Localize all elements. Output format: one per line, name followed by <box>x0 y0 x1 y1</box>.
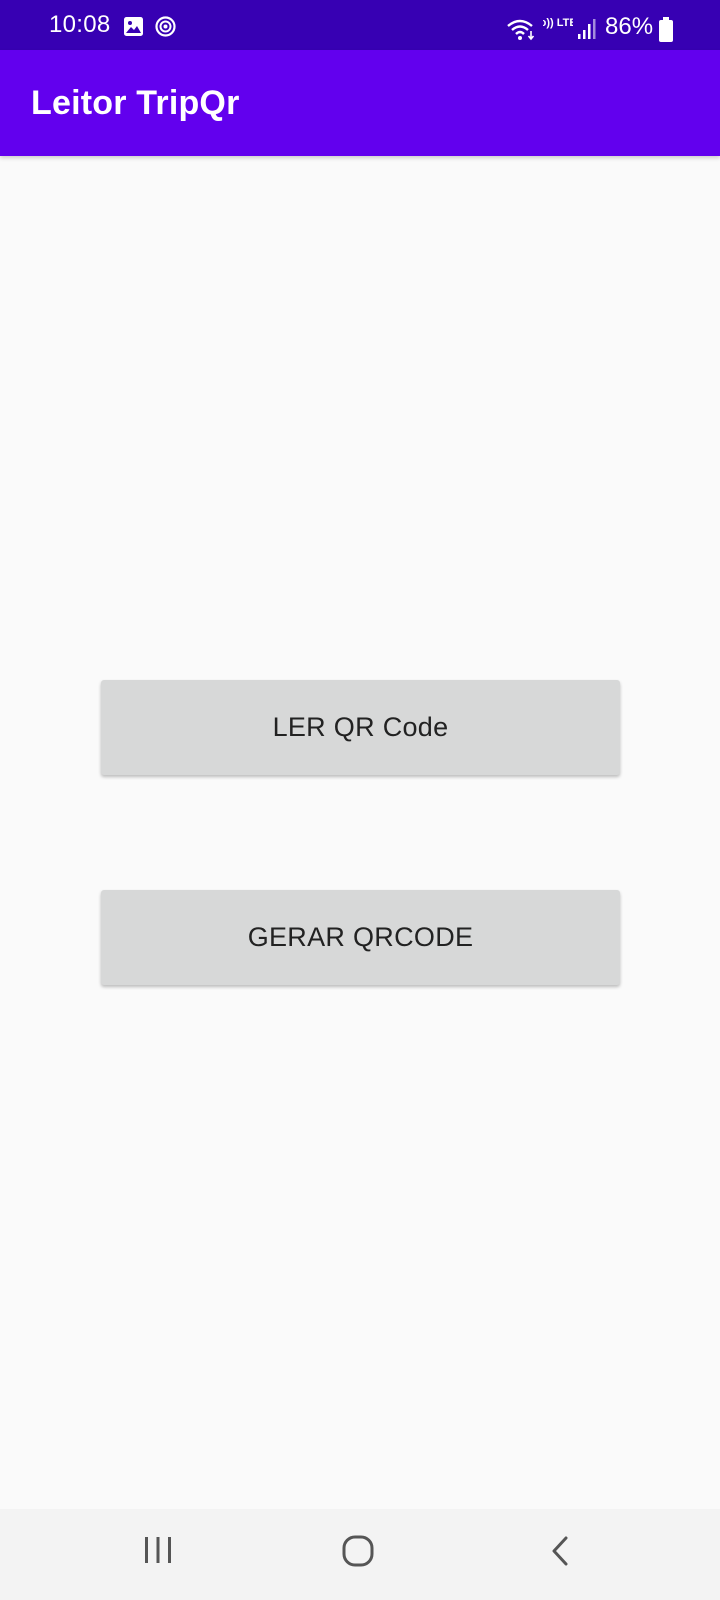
app-bar: Leitor TripQr <box>0 50 720 156</box>
gallery-icon <box>124 17 143 36</box>
back-icon[interactable] <box>546 1534 576 1568</box>
recent-apps-icon[interactable] <box>143 1535 173 1565</box>
status-time: 10:08 <box>49 11 111 38</box>
read-qr-button[interactable]: LER QR Code <box>101 680 620 775</box>
navigation-bar <box>0 1509 720 1600</box>
signal-icon <box>578 19 596 39</box>
target-icon <box>155 16 176 37</box>
volte-lte-icon: Vo)) LTE1 <box>543 17 573 29</box>
status-bar: 10:08 Vo)) LTE1 86% <box>0 0 720 50</box>
battery-percent: 86% <box>605 13 654 40</box>
app-title: Leitor TripQr <box>31 84 240 122</box>
battery-icon <box>659 17 673 42</box>
wifi-icon <box>507 19 535 41</box>
generate-qr-button[interactable]: GERAR QRCODE <box>101 890 620 985</box>
volte-label: Vo)) LTE1 <box>543 17 573 29</box>
home-icon[interactable] <box>341 1534 375 1568</box>
